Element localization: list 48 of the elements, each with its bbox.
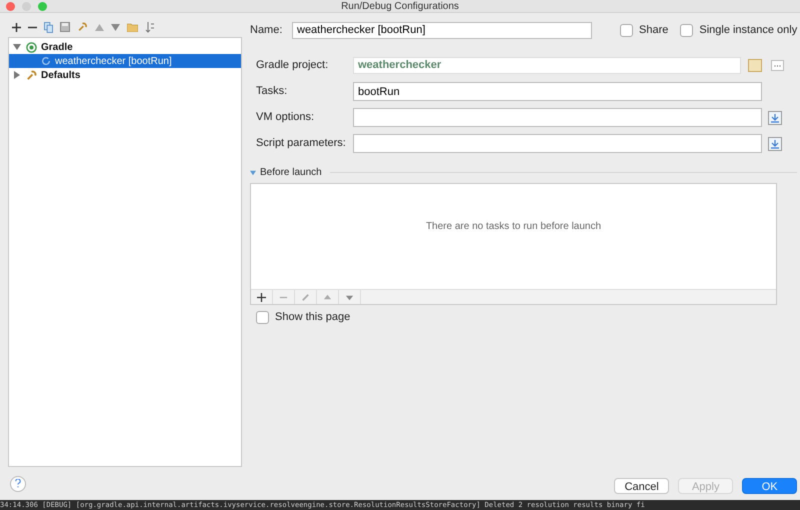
copy-icon[interactable] (44, 22, 53, 32)
tree-item[interactable]: Gradle (9, 40, 241, 54)
expanded-arrow-icon[interactable] (13, 43, 22, 51)
save-icon[interactable] (60, 22, 70, 32)
checkbox-label: Single instance only (699, 22, 798, 38)
project-field[interactable]: weatherchecker (353, 57, 741, 74)
expand-field-icon[interactable] (768, 110, 782, 124)
field-label: Tasks: (256, 84, 288, 100)
dialog-button[interactable]: Cancel (614, 478, 670, 494)
tree-label: Defaults (41, 68, 80, 82)
wrench-icon (26, 70, 37, 80)
field-label: VM options: (256, 110, 316, 126)
section-title: Before launch (260, 166, 322, 180)
move-down-icon[interactable] (111, 24, 120, 30)
run-config-icon (26, 42, 37, 52)
refresh-icon (41, 56, 51, 66)
empty-message: There are no tasks to run before launch (426, 220, 602, 234)
field-label: Script parameters: (256, 136, 347, 152)
checkbox[interactable] (680, 24, 694, 36)
move-up-icon[interactable] (95, 24, 104, 30)
text-field[interactable] (353, 134, 762, 153)
dialog-button[interactable]: OK (742, 478, 798, 494)
tree-item[interactable]: Defaults (9, 68, 241, 82)
tree-label: weatherchecker [bootRun] (55, 54, 172, 68)
folder-icon[interactable] (127, 22, 138, 32)
folder-icon[interactable] (748, 59, 762, 72)
checkbox-label: Show this page (275, 310, 350, 325)
field-label: Gradle project: (256, 58, 330, 74)
text-field[interactable]: bootRun (353, 82, 762, 101)
more-button[interactable] (771, 60, 784, 71)
text-field[interactable] (353, 108, 762, 127)
zoom-icon[interactable] (38, 2, 47, 11)
expand-field-icon[interactable] (768, 136, 782, 150)
collapsed-arrow-icon[interactable] (13, 71, 22, 79)
expanded-arrow-icon[interactable] (250, 170, 256, 176)
name-field[interactable]: weatherchecker [bootRun] (292, 22, 592, 38)
checkbox-label: Share (639, 22, 668, 38)
tree-item[interactable]: weatherchecker [bootRun] (9, 54, 241, 68)
help-icon[interactable] (10, 476, 26, 492)
sort-icon[interactable] (145, 22, 155, 32)
tree-label: Gradle (41, 40, 73, 54)
field-label: Name: (250, 22, 284, 38)
checkbox[interactable] (620, 24, 633, 36)
wrench-icon[interactable] (77, 22, 88, 32)
add-icon[interactable] (12, 22, 21, 32)
checkbox[interactable] (256, 310, 269, 324)
close-icon[interactable] (6, 2, 15, 11)
window-title: Run/Debug Configurations (341, 0, 459, 14)
